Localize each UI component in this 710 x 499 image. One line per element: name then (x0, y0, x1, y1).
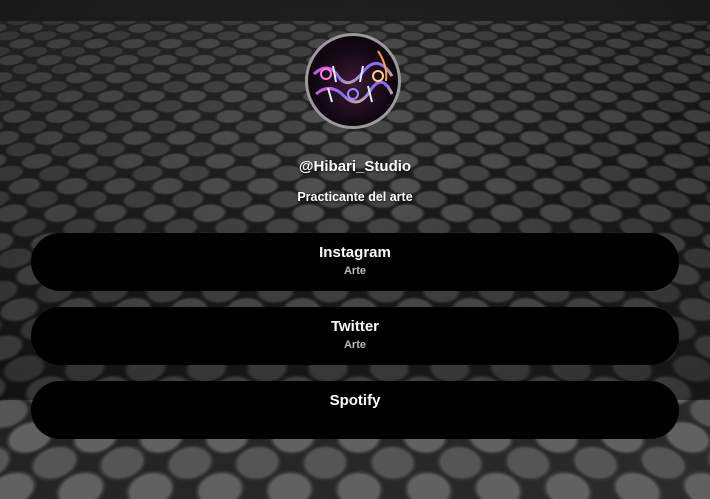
link-twitter-button[interactable]: Twitter Arte (31, 307, 679, 365)
link-subtitle: Arte (343, 265, 366, 277)
profile-bio: Practicante del arte (297, 190, 413, 204)
avatar (305, 33, 401, 129)
link-spotify-button[interactable]: Spotify (31, 381, 679, 439)
link-title: Twitter (330, 318, 380, 335)
link-subtitle: Arte (343, 339, 366, 351)
link-title: Spotify (329, 392, 381, 409)
hibari-studio-logo-icon (312, 50, 394, 104)
link-title: Instagram (319, 244, 391, 261)
link-instagram-button[interactable]: Instagram Arte (31, 233, 679, 291)
profile-handle: @Hibari_Studio (298, 158, 412, 175)
